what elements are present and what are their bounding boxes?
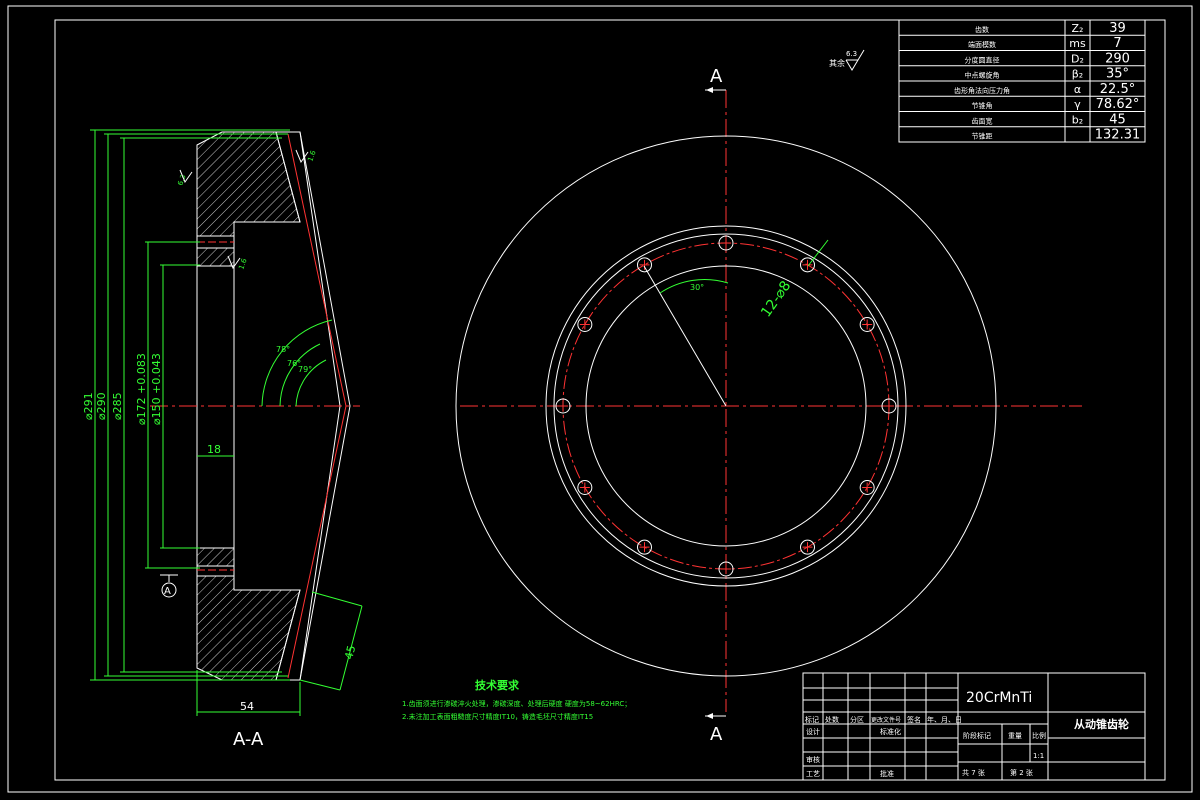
section-view (150, 131, 360, 681)
svg-text:A: A (710, 66, 723, 87)
process-label: 工艺 (806, 770, 820, 778)
sheets-total: 共 7 张 (962, 768, 985, 777)
outer-frame (7, 5, 1193, 793)
angle-79: 79° (298, 365, 312, 374)
hatch-bottom-small (196, 547, 235, 567)
parameter-table: 齿数 Z₂ 39 端面模数 ms 7 分度圆直径 D₂ 290 中点螺旋角 β₂ 35° 齿形角法向压力… (898, 19, 1146, 143)
title-block-text: 20CrMnTi 从动锥齿轮 标记 处数 分区 更改文件号 签名 年、月、日 设… (805, 690, 1129, 778)
param-value: 39 (1109, 21, 1126, 36)
scale-value: 1:1 (1033, 752, 1044, 760)
row-mark-2: 分区 (850, 715, 864, 724)
param-label: 中点螺旋角 (965, 71, 1000, 80)
row-mark-5: 年、月、日 (927, 715, 962, 724)
row-mark-4: 签名 (907, 715, 921, 724)
roughness-note: 其余 6.3 (829, 49, 865, 71)
row-mark-3: 更改文件号 (871, 716, 901, 724)
roughness-b: 1.6 (306, 149, 318, 163)
holes-label: 12-⌀8 (758, 278, 794, 320)
param-label: 齿数 (975, 25, 989, 34)
hatch-bottom (196, 575, 301, 681)
tech-line-1: 1.齿面须进行渗碳淬火处理，渗碳深度、处理后硬度 硬度为58~62HRC； (402, 699, 631, 708)
roughness-prefix: 其余 (829, 58, 845, 68)
bolt-hole-center (802, 542, 813, 553)
review-label: 审核 (806, 755, 820, 764)
row-mark-0: 标记 (805, 715, 819, 724)
dim-285: ⌀285 (111, 392, 124, 420)
bolt-hole-center (862, 482, 873, 493)
approve-label: 批准 (880, 769, 894, 778)
dim-150: ⌀150 +0.043 (150, 353, 163, 425)
param-value: 7 (1113, 36, 1121, 51)
param-value: 35° (1106, 67, 1129, 82)
dim-172: ⌀172 +0.083 (135, 353, 148, 425)
param-value: 45 (1109, 112, 1126, 127)
param-value: 22.5° (1100, 82, 1135, 97)
angle-78: 78° (276, 345, 290, 354)
param-symbol: b₂ (1072, 113, 1083, 126)
part-name: 从动锥齿轮 (1074, 717, 1129, 731)
roughness-value: 6.3 (846, 50, 857, 58)
bolt-hole-center (721, 564, 731, 574)
dim-18: 18 (207, 443, 221, 456)
param-label: 节锥角 (972, 101, 993, 110)
dim-45: 45 (342, 644, 358, 661)
bolt-hole-center (558, 401, 568, 411)
svg-text:A: A (164, 586, 171, 597)
tech-title: 技术要求 (475, 678, 520, 692)
angle-leader-line (643, 265, 727, 407)
param-label: 齿面宽 (972, 116, 993, 125)
param-label: 端面模数 (968, 40, 996, 49)
param-symbol: γ (1074, 98, 1081, 111)
std-label: 标准化 (880, 727, 901, 736)
designer-label: 设计 (806, 727, 820, 736)
param-value: 290 (1105, 51, 1130, 66)
bolt-hole-center (639, 542, 650, 553)
scale-label: 比例 (1032, 731, 1046, 740)
param-symbol: D₂ (1071, 52, 1084, 65)
cad-drawing-canvas: 齿数 Z₂ 39 端面模数 ms 7 分度圆直径 D₂ 290 中点螺旋角 β₂ 35° 齿形角法向压力… (7, 5, 1193, 793)
hatch-top (196, 131, 301, 237)
param-value: 78.62° (1096, 97, 1140, 112)
param-label: 分度圆直径 (965, 55, 1000, 64)
row-mark-1: 处数 (825, 715, 839, 724)
param-symbol: Z₂ (1072, 22, 1084, 35)
dim-291: ⌀291 (82, 392, 95, 420)
tech-line-2: 2.未注加工表面粗糙度尺寸精度IT10，铸造毛坯尺寸精度IT15 (402, 712, 593, 721)
param-value: 132.31 (1095, 128, 1141, 143)
param-symbol: β₂ (1072, 68, 1083, 81)
param-label: 节锥距 (972, 132, 993, 141)
weight-label: 重量 (1008, 732, 1022, 740)
param-symbol: α (1074, 83, 1081, 96)
section-marker-bottom: A (705, 713, 726, 745)
bolt-hole-center (579, 482, 590, 493)
bolt-hole-center (721, 238, 731, 248)
technical-requirements: 技术要求 1.齿面须进行渗碳淬火处理，渗碳深度、处理后硬度 硬度为58~62HR… (402, 678, 631, 721)
dim-290: ⌀290 (95, 392, 108, 420)
bolt-hole-center (639, 259, 650, 270)
sheet-number: 第 2 张 (1010, 768, 1033, 777)
holes-leader (807, 239, 829, 267)
stage-label: 阶段标记 (963, 731, 991, 740)
material: 20CrMnTi (966, 690, 1032, 706)
section-view-label: A-A (233, 729, 264, 750)
bolt-hole-center (862, 319, 873, 330)
param-symbol: ms (1069, 37, 1086, 50)
section-marker-top: A (705, 66, 726, 93)
param-label: 齿形角法向压力角 (954, 86, 1010, 95)
dim-54: 54 (240, 700, 254, 713)
angle-30-label: 30° (690, 283, 704, 292)
front-view: 30° 12-⌀8 (455, 90, 1082, 712)
datum-symbol: A (160, 574, 178, 598)
bolt-hole-center (884, 401, 894, 411)
bolt-hole-center (579, 319, 590, 330)
svg-text:A: A (710, 724, 723, 745)
